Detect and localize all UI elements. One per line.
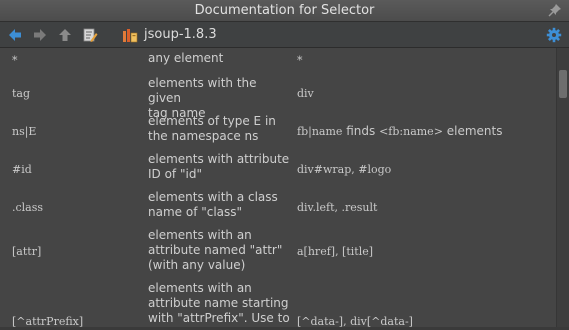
selector-pattern: ns|E [12, 125, 37, 138]
documentation-table: * any element * tag elements with the gi… [0, 48, 556, 330]
selector-pattern: tag [12, 87, 31, 100]
selector-pattern: #id [12, 163, 32, 176]
selector-example: a[href], [title] [297, 245, 374, 258]
selector-example: fb|name finds <fb:name> elements [297, 124, 503, 138]
title-bar: Documentation for Selector [0, 0, 569, 22]
edit-source-icon[interactable] [82, 27, 98, 43]
forward-arrow-icon[interactable] [32, 27, 48, 43]
selector-description: elements with attribute ID of "id" [148, 152, 290, 181]
selector-description: elements with an attribute named "attr" (w… [148, 228, 283, 272]
library-icon [123, 29, 138, 43]
selector-example: * [297, 54, 303, 67]
selector-description: elements with an attribute name starting w… [148, 281, 290, 325]
selector-description: any element [148, 51, 224, 65]
scrollbar-thumb[interactable] [559, 70, 567, 98]
window-title: Documentation for Selector [194, 3, 375, 18]
selector-pattern: [attr] [12, 245, 42, 258]
selector-example: div#wrap, #logo [297, 163, 392, 176]
selector-pattern: .class [12, 201, 44, 214]
selector-example: div [297, 87, 314, 100]
selector-description: elements with a class name of "class" [148, 190, 278, 219]
vertical-scrollbar[interactable] [556, 48, 569, 330]
up-arrow-icon[interactable] [57, 27, 73, 43]
selector-description: elements of type E in the namespace ns [148, 114, 276, 143]
gear-icon[interactable] [546, 27, 562, 43]
selector-pattern: * [12, 54, 18, 67]
library-label: jsoup-1.8.3 [144, 27, 217, 42]
toolbar: jsoup-1.8.3 [0, 22, 569, 48]
selector-example: div.left, .result [297, 201, 378, 214]
pin-icon[interactable] [548, 3, 562, 17]
back-arrow-icon[interactable] [7, 27, 23, 43]
